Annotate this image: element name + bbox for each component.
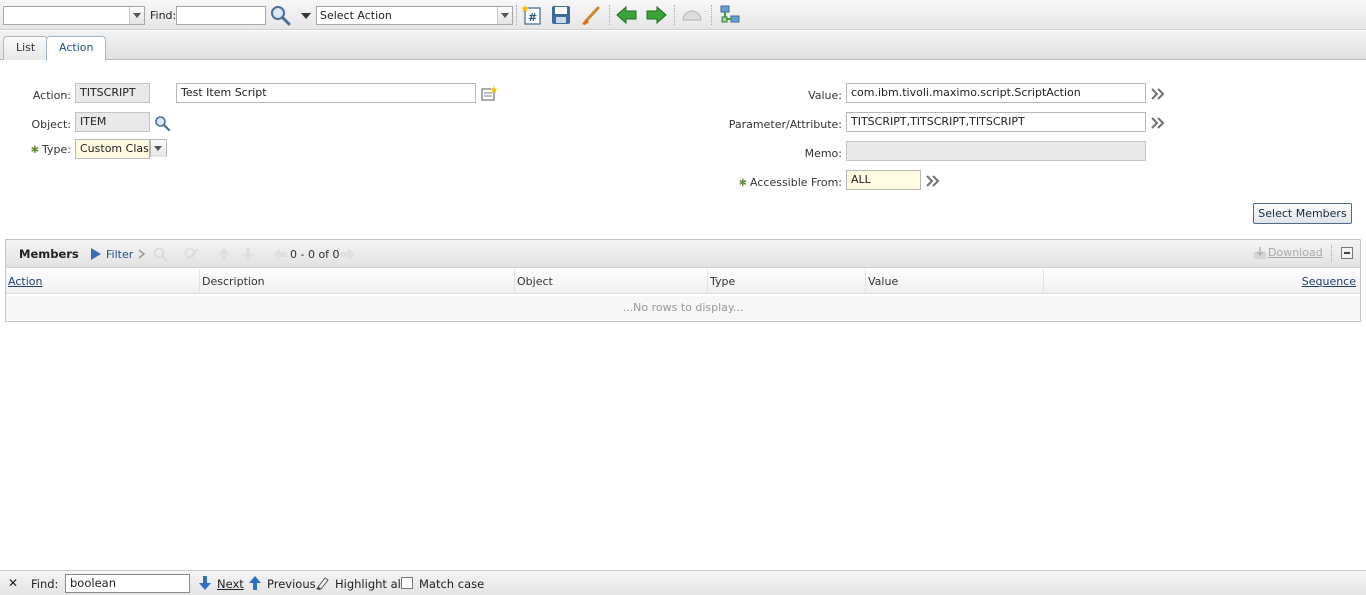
toolbar-divider [711,5,712,25]
chevron-down-icon[interactable] [151,140,166,157]
filter-link[interactable]: Filter [106,248,133,261]
parameter-attribute-label: Parameter/Attribute: [728,118,842,131]
value-detail-double-chevron-icon[interactable] [1151,87,1165,101]
tab-action[interactable]: Action [46,36,107,61]
column-header-description: Description [200,269,515,294]
last-page-arrow-down-icon [242,248,254,261]
tab-bar: List Action [0,31,1366,61]
find-label: Find: [150,9,177,22]
accessible-from-double-chevron-icon[interactable] [926,174,940,188]
memo-field [846,141,1146,161]
memo-label: Memo: [804,147,842,160]
workflow-icon[interactable] [719,4,741,26]
value-label: Value: [808,89,842,102]
find-bar-input[interactable]: boolean [65,574,190,593]
column-header-value: Value [866,269,1044,294]
action-field[interactable]: TITSCRIPT [75,83,150,103]
object-field[interactable]: ITEM [75,112,150,132]
members-table-header: Members Filter 0 - 0 of 0 Download [6,240,1360,268]
column-header-type: Type [708,269,866,294]
tab-list-label: List [16,41,36,54]
previous-page-arrow-left-icon [273,248,287,261]
find-previous-arrow-up-icon[interactable] [248,575,262,591]
save-icon[interactable] [550,4,572,26]
type-label-text: Type: [42,143,71,156]
find-input[interactable] [176,6,266,25]
previous-record-arrow-left-icon[interactable] [616,4,638,26]
browser-find-bar: ✕ Find: boolean Next Previous Highlight … [0,570,1366,595]
select-action-combo[interactable]: Select Action [316,6,513,25]
type-field[interactable]: Custom Class [75,139,150,159]
filter-chevron-right-icon[interactable] [138,249,146,259]
collapse-table-icon[interactable] [1341,247,1353,259]
find-next-button[interactable]: Next [217,577,244,591]
first-page-arrow-up-icon [218,248,230,261]
accessible-from-label: ✱ Accessible From: [700,176,842,189]
required-asterisk-icon: ✱ [30,145,40,156]
highlighter-icon[interactable] [315,576,329,590]
main-toolbar: Find: Select Action # [0,0,1366,30]
clear-filter-icon [184,247,199,261]
parameter-attribute-field[interactable]: TITSCRIPT,TITSCRIPT,TITSCRIPT [846,112,1146,132]
search-icon[interactable] [269,4,291,26]
find-next-label: Next [217,577,244,591]
type-label: ✱ Type: [20,143,71,156]
find-previous-label: Previous [267,577,316,591]
filter-triangle-icon[interactable] [90,247,102,261]
match-case-label: Match case [419,577,485,591]
next-record-arrow-right-icon[interactable] [645,4,667,26]
accessible-from-label-text: Accessible From: [750,176,842,189]
clear-changes-icon[interactable] [580,4,602,26]
match-case-checkbox[interactable] [401,577,413,589]
column-header-action[interactable]: Action [6,269,200,294]
close-find-bar-icon[interactable]: ✕ [8,576,18,590]
action-label: Action: [32,89,71,102]
column-header-sequence[interactable]: Sequence [1044,269,1360,294]
search-options-chevron-down-icon[interactable] [298,4,314,26]
select-members-button[interactable]: Select Members [1253,203,1352,224]
find-previous-button[interactable]: Previous [267,577,316,591]
column-header-object: Object [515,269,708,294]
find-bar-label: Find: [31,577,59,591]
bulletin-board-icon[interactable] [681,4,703,26]
record-combo[interactable] [3,6,145,25]
members-column-headers: Action Description Object Type Value Seq… [6,269,1360,294]
accessible-from-field[interactable]: ALL [846,170,921,190]
value-field[interactable]: com.ibm.tivoli.maximo.script.ScriptActio… [846,83,1146,103]
download-icon [1254,247,1266,259]
parameter-detail-double-chevron-icon[interactable] [1151,116,1165,130]
members-title: Members [19,247,79,261]
members-table: Members Filter 0 - 0 of 0 Download Actio… [5,239,1361,322]
type-dropdown[interactable] [150,139,167,157]
required-asterisk-icon: ✱ [738,178,748,189]
object-lookup-search-icon[interactable] [154,115,170,131]
toolbar-divider [609,5,610,25]
download-link[interactable]: Download [1268,246,1323,259]
members-row-count: 0 - 0 of 0 [290,248,340,261]
highlight-all-button[interactable]: Highlight all [335,577,404,591]
svg-text:#: # [528,11,537,24]
chevron-down-icon[interactable] [497,7,512,24]
empty-rows-message: ...No rows to display... [6,296,1360,320]
tab-list[interactable]: List [3,36,49,60]
chevron-down-icon[interactable] [129,7,144,24]
next-page-arrow-right-icon [341,248,355,261]
header-divider [1331,245,1332,262]
toolbar-divider [674,5,675,25]
action-description-field[interactable]: Test Item Script [176,83,476,103]
new-record-icon[interactable]: # [521,4,543,26]
object-label: Object: [31,118,71,131]
find-next-arrow-down-icon[interactable] [198,575,212,591]
toolbar-divider [516,5,517,25]
table-search-icon [153,247,168,262]
long-description-icon[interactable] [480,86,498,102]
tab-action-label: Action [59,41,94,54]
select-action-value: Select Action [320,9,392,22]
